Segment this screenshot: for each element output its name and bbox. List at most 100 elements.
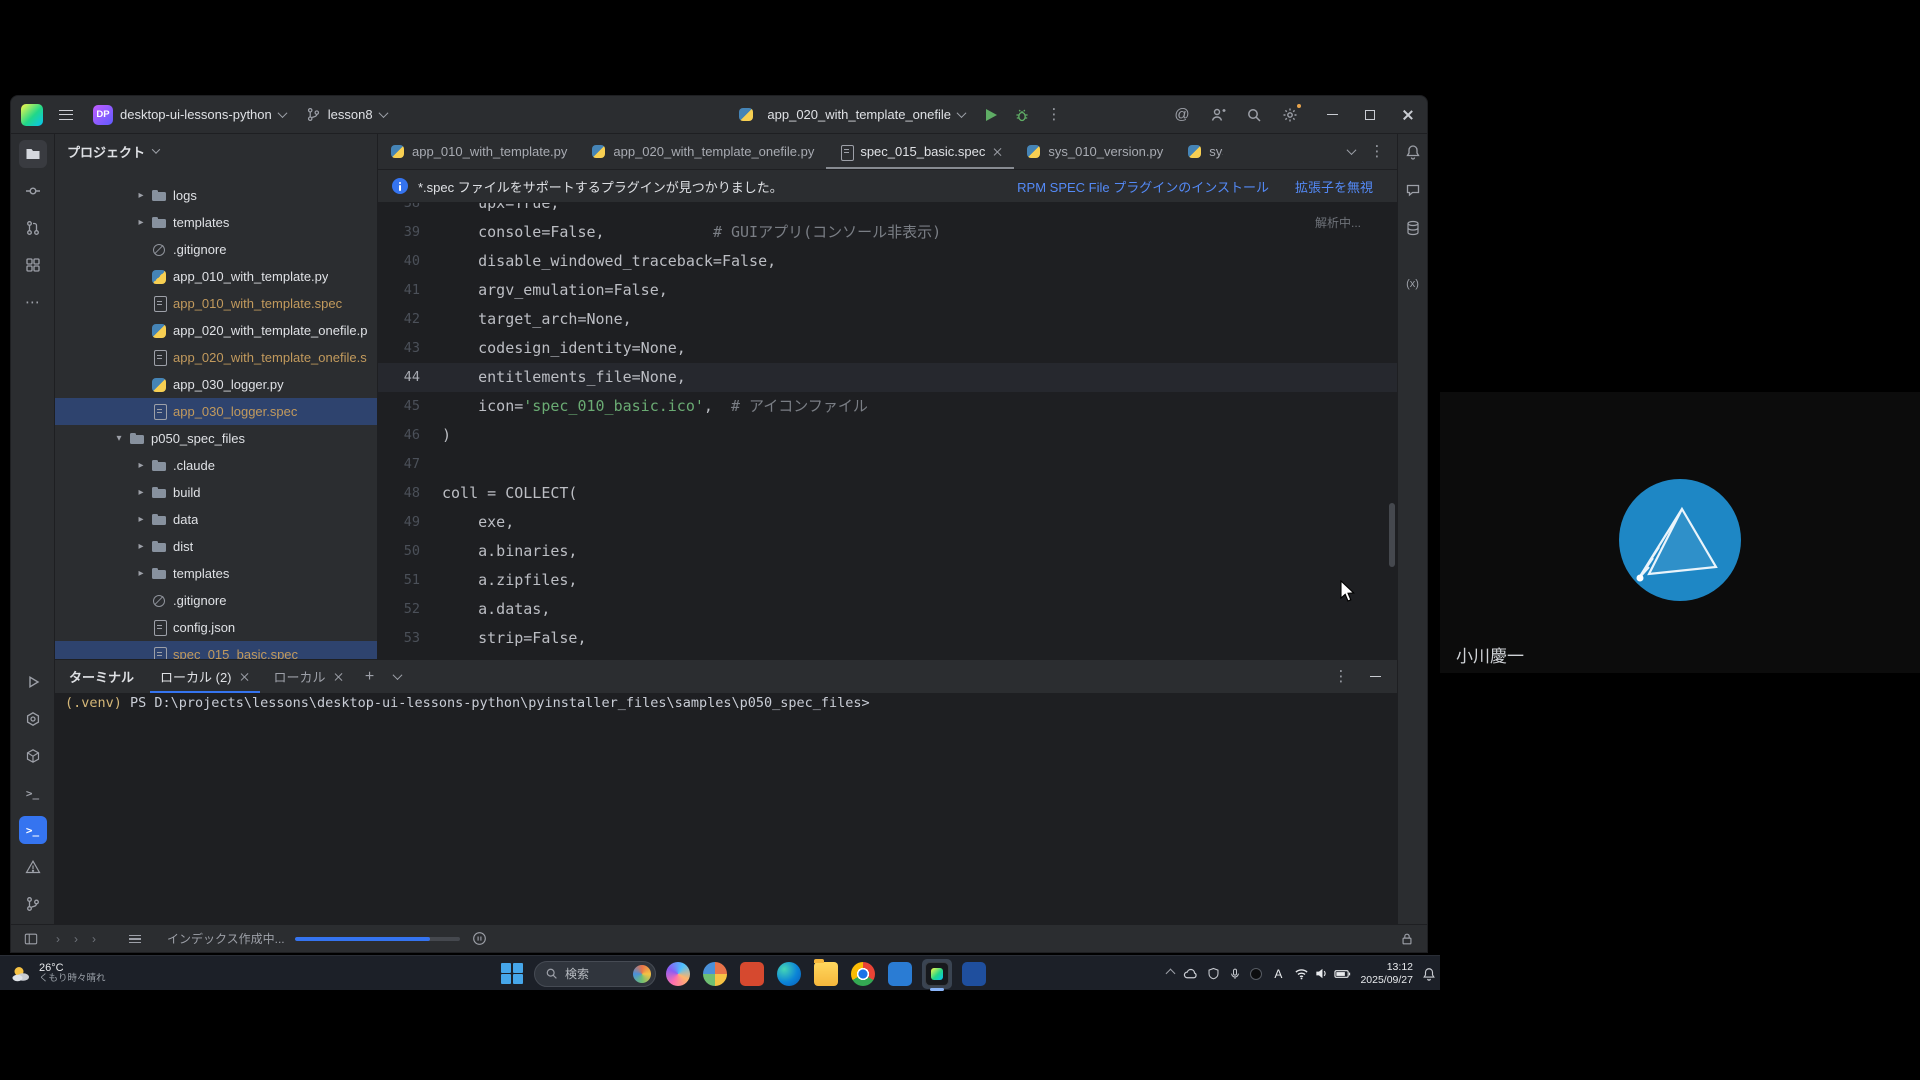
terminal-type-chevron-icon[interactable] [386, 665, 410, 689]
terminal-options-icon[interactable]: ⋮ [1329, 665, 1353, 689]
microphone-icon[interactable] [1229, 968, 1241, 980]
close-tab-icon[interactable] [992, 147, 1002, 157]
tree-item[interactable]: app_010_with_template.py [55, 263, 377, 290]
close-terminal-tab-icon[interactable] [334, 672, 344, 682]
taskbar-search[interactable]: 検索 [534, 961, 656, 987]
editor-tab[interactable]: app_010_with_template.py [378, 134, 579, 169]
tool-windows-icon[interactable] [21, 929, 41, 949]
structure-icon[interactable] [19, 251, 47, 279]
clock-widget[interactable]: 13:12 2025/09/27 [1360, 961, 1413, 986]
close-terminal-tab-icon[interactable] [240, 672, 250, 682]
terminal-output[interactable]: (.venv) PS D:\projects\lessons\desktop-u… [55, 693, 1397, 924]
tree-item[interactable]: ▸ templates [55, 209, 377, 236]
ignore-extension-link[interactable]: 拡張子を無視 [1295, 177, 1373, 196]
ai-chat-icon[interactable] [1401, 178, 1425, 202]
chrome-icon[interactable] [848, 959, 878, 989]
maximize-button[interactable] [1351, 96, 1389, 134]
breadcrumb-item[interactable] [85, 932, 103, 946]
editor-tab[interactable]: sys [1175, 134, 1223, 169]
search-everywhere-icon[interactable] [1239, 100, 1269, 130]
background-app-icon[interactable] [1250, 968, 1262, 980]
tree-item[interactable]: app_020_with_template_onefile.p [55, 317, 377, 344]
tree-item[interactable]: ▸ .claude [55, 452, 377, 479]
hidden-tabs-chevron-icon[interactable] [1339, 140, 1363, 164]
tree-item[interactable]: ▾ p050_spec_files [55, 425, 377, 452]
pycharm-icon[interactable] [922, 959, 952, 989]
tree-item[interactable]: ▸ build [55, 479, 377, 506]
ai-assistant-icon[interactable]: @ [1167, 100, 1197, 130]
pycharm-logo-icon[interactable] [21, 104, 43, 126]
tree-chevron-icon[interactable]: ▸ [133, 568, 149, 579]
more-tools-icon[interactable]: ⋯ [19, 288, 47, 316]
tree-item[interactable]: spec_015_basic.spec [55, 641, 377, 659]
onedrive-icon[interactable] [1183, 966, 1198, 981]
services-icon[interactable] [19, 705, 47, 733]
debug-button[interactable] [1007, 100, 1037, 130]
editor-tab[interactable]: sys_010_version.py [1014, 134, 1175, 169]
commit-tool-icon[interactable] [19, 177, 47, 205]
variables-icon[interactable]: (x) [1401, 272, 1425, 296]
project-selector[interactable]: DP desktop-ui-lessons-python [85, 101, 294, 129]
notifications-icon[interactable] [1422, 967, 1436, 981]
tree-item[interactable]: app_030_logger.py [55, 371, 377, 398]
quick-settings[interactable] [1294, 966, 1351, 981]
tree-item[interactable]: ▸ dist [55, 533, 377, 560]
code-editor[interactable]: 38 upx=True, 39 console=False, # GUIアプリ(… [378, 203, 1397, 659]
run-button[interactable] [975, 100, 1005, 130]
terminal-tool-icon[interactable]: >_ [19, 816, 47, 844]
run-config-selector[interactable]: app_020_with_template_onefile [728, 103, 973, 126]
database-icon[interactable] [1401, 216, 1425, 240]
breadcrumb-item[interactable] [67, 932, 85, 946]
tree-chevron-icon[interactable]: ▸ [133, 460, 149, 471]
tree-item[interactable]: ▸ logs [55, 182, 377, 209]
project-tool-icon[interactable] [19, 140, 47, 168]
ime-indicator[interactable]: A [1271, 967, 1285, 981]
editor-tab[interactable]: spec_015_basic.spec [826, 134, 1014, 169]
run-tool-icon[interactable] [19, 668, 47, 696]
breadcrumb-item[interactable] [49, 932, 67, 946]
tree-item[interactable]: .gitignore [55, 236, 377, 263]
branch-selector[interactable]: lesson8 [298, 103, 395, 126]
word-icon[interactable] [959, 959, 989, 989]
tree-item[interactable]: config.json [55, 614, 377, 641]
tree-chevron-icon[interactable]: ▸ [133, 487, 149, 498]
more-run-actions-icon[interactable]: ⋮ [1039, 100, 1069, 130]
breadcrumb-item[interactable] [103, 932, 117, 946]
pause-indexing-icon[interactable] [470, 929, 490, 949]
file-explorer-icon[interactable] [811, 959, 841, 989]
python-packages-icon[interactable] [19, 742, 47, 770]
start-button[interactable] [497, 959, 527, 989]
tree-item[interactable]: ▸ data [55, 506, 377, 533]
main-menu-icon[interactable] [51, 100, 81, 130]
python-console-icon[interactable]: >_ [19, 779, 47, 807]
project-panel-header[interactable]: プロジェクト [55, 134, 377, 168]
install-plugin-link[interactable]: RPM SPEC File プラグインのインストール [1017, 177, 1269, 196]
version-control-icon[interactable] [19, 890, 47, 918]
powerpoint-icon[interactable] [737, 959, 767, 989]
terminal-tab[interactable]: ローカル (2) [150, 660, 260, 693]
lock-widget[interactable] [1397, 929, 1417, 949]
tree-item[interactable]: app_030_logger.spec [55, 398, 377, 425]
settings-icon[interactable] [1275, 100, 1305, 130]
code-with-me-icon[interactable] [1203, 100, 1233, 130]
tree-chevron-icon[interactable]: ▸ [133, 190, 149, 201]
tree-chevron-icon[interactable]: ▾ [111, 433, 127, 444]
tree-item[interactable]: app_010_with_template.spec [55, 290, 377, 317]
pull-requests-icon[interactable] [19, 214, 47, 242]
security-icon[interactable] [1207, 967, 1220, 980]
outlook-icon[interactable] [885, 959, 915, 989]
problems-icon[interactable] [19, 853, 47, 881]
notifications-bell-icon[interactable] [1401, 140, 1425, 164]
hide-terminal-icon[interactable] [1363, 665, 1387, 689]
edge-icon[interactable] [774, 959, 804, 989]
copilot-icon[interactable] [663, 959, 693, 989]
hidden-icons-chevron[interactable] [1167, 970, 1174, 977]
editor-tab[interactable]: app_020_with_template_onefile.py [579, 134, 826, 169]
photos-icon[interactable] [700, 959, 730, 989]
weather-widget[interactable]: 26°C くもり時々晴れ [10, 956, 106, 991]
breadcrumb-menu-icon[interactable] [125, 929, 145, 949]
tab-options-icon[interactable]: ⋮ [1365, 140, 1389, 164]
terminal-tab[interactable]: ローカル [264, 660, 354, 693]
editor-scrollbar[interactable] [1389, 503, 1395, 567]
tree-item[interactable]: ▸ templates [55, 560, 377, 587]
